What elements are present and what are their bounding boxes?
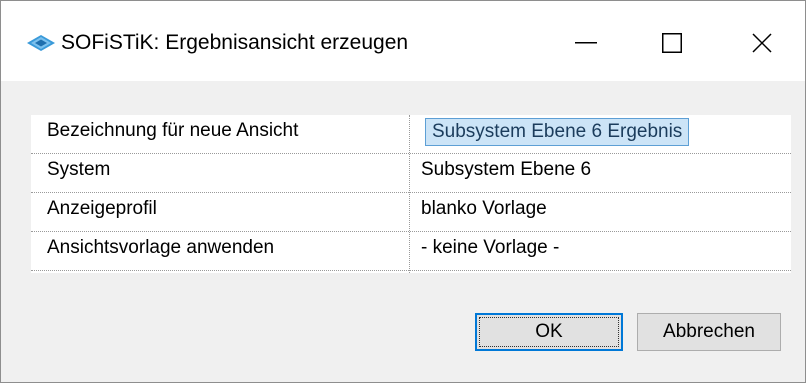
property-row-template[interactable]: Ansichtsvorlage anwenden - keine Vorlage…: [31, 232, 791, 271]
system-value[interactable]: Subsystem Ebene 6: [421, 159, 591, 181]
property-row-system[interactable]: System Subsystem Ebene 6: [31, 154, 791, 193]
sofistik-logo-icon: [27, 35, 55, 51]
dialog-window: SOFiSTiK: Ergebnisansicht erzeugen Bezei…: [0, 0, 806, 383]
cancel-button-label: Abbrechen: [663, 321, 755, 342]
title-bar[interactable]: SOFiSTiK: Ergebnisansicht erzeugen: [1, 1, 805, 81]
property-label: Anzeigeprofil: [47, 198, 157, 219]
property-row-name[interactable]: Bezeichnung für neue Ansicht Subsystem E…: [31, 115, 791, 154]
minimize-button[interactable]: [543, 15, 629, 71]
ok-button[interactable]: OK: [475, 313, 623, 351]
maximize-icon: [662, 33, 682, 53]
property-grid: Bezeichnung für neue Ansicht Subsystem E…: [31, 115, 791, 273]
close-button[interactable]: [719, 15, 805, 71]
property-label: Ansichtsvorlage anwenden: [47, 237, 275, 258]
focus-rectangle: [479, 317, 619, 347]
view-name-input[interactable]: Subsystem Ebene 6 Ergebnis: [425, 118, 690, 146]
minimize-icon: [575, 42, 597, 44]
property-row-profile[interactable]: Anzeigeprofil blanko Vorlage: [31, 193, 791, 232]
window-title: SOFiSTiK: Ergebnisansicht erzeugen: [61, 31, 409, 54]
view-template-value[interactable]: - keine Vorlage -: [421, 237, 559, 259]
close-icon: [752, 33, 772, 53]
column-divider: [409, 115, 410, 273]
maximize-button[interactable]: [629, 15, 715, 71]
display-profile-value[interactable]: blanko Vorlage: [421, 198, 547, 220]
cancel-button[interactable]: Abbrechen: [637, 313, 781, 351]
property-label: Bezeichnung für neue Ansicht: [47, 120, 299, 141]
property-label: System: [47, 159, 111, 180]
